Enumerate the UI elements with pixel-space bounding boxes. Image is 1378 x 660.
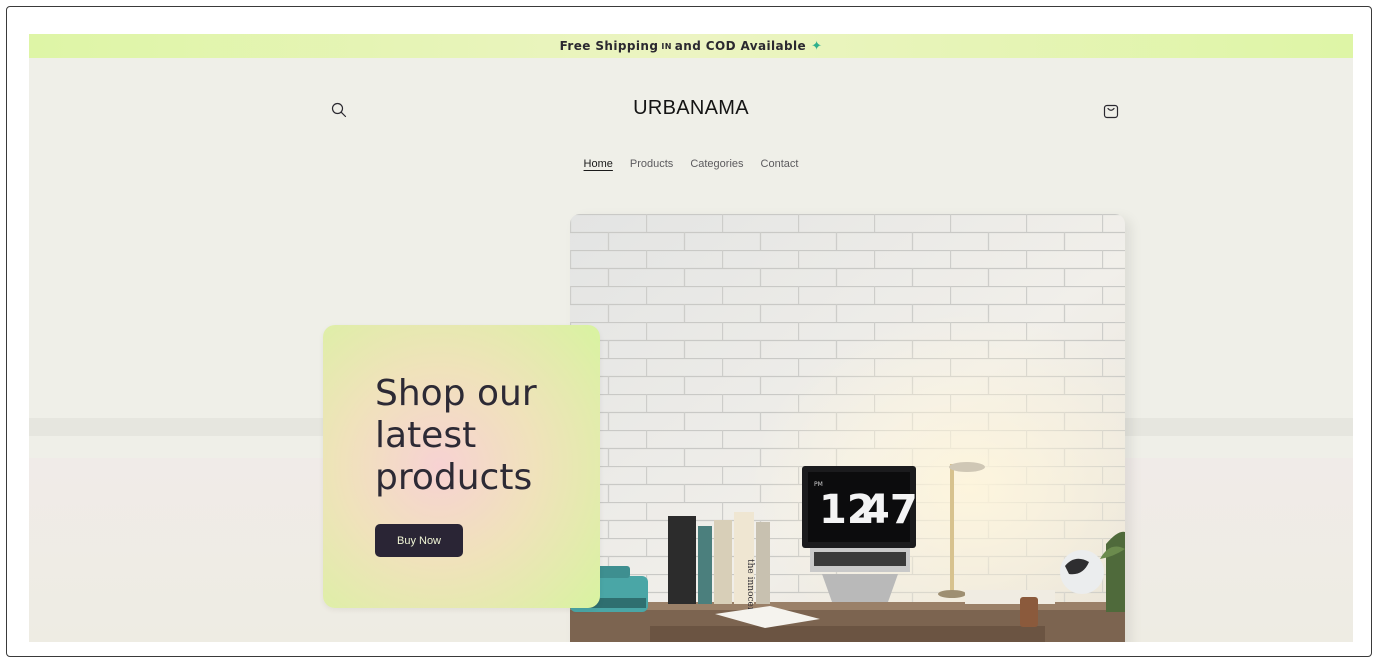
announcement-bar: Free Shipping IN and COD Available ✦ [29, 34, 1353, 58]
nav-item-products[interactable]: Products [630, 158, 673, 170]
promo-title: Shop our latest products [375, 373, 575, 499]
announcement-text-before: Free Shipping [559, 39, 659, 53]
country-flag: IN [661, 41, 672, 51]
nav-item-categories[interactable]: Categories [690, 158, 743, 170]
desk-scene-illustration: the innocents PM 12 47 [570, 214, 1125, 642]
storefront-page: Free Shipping IN and COD Available ✦ URB… [29, 34, 1353, 642]
sparkle-gem-icon: ✦ [811, 38, 823, 54]
announcement-text-after: and COD Available [674, 39, 807, 53]
promo-title-line-3: products [375, 457, 533, 498]
cart-icon [1103, 104, 1119, 118]
browser-frame: Free Shipping IN and COD Available ✦ URB… [6, 6, 1372, 657]
clock-minute: 47 [862, 487, 918, 533]
promo-title-line-1: Shop our [375, 373, 537, 414]
promo-title-line-2: latest [375, 415, 477, 456]
site-logo[interactable]: URBANAMA [29, 97, 1353, 120]
nav-item-contact[interactable]: Contact [761, 158, 799, 170]
buy-now-button[interactable]: Buy Now [375, 524, 463, 557]
main-navigation: Home Products Categories Contact [29, 158, 1353, 170]
nav-item-home[interactable]: Home [584, 158, 613, 170]
promo-card: Shop our latest products Buy Now [323, 325, 600, 608]
hero-image-desk-scene: the innocents PM 12 47 [570, 214, 1125, 642]
cart-button[interactable] [1100, 99, 1122, 121]
